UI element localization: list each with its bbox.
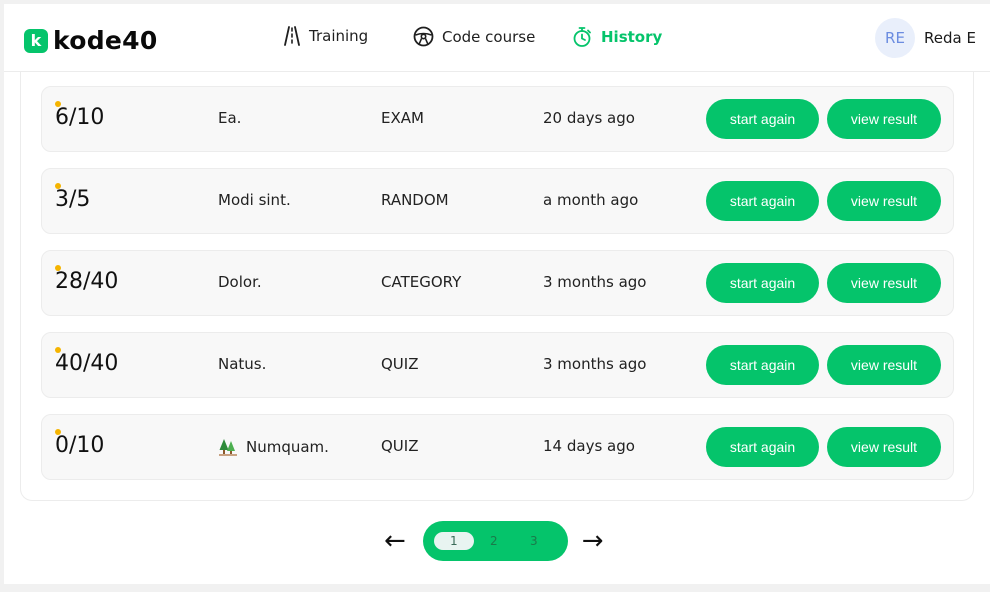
steering-wheel-icon bbox=[413, 26, 434, 47]
nav-training-label: Training bbox=[309, 27, 369, 45]
page-list: 1 2 3 bbox=[422, 521, 568, 561]
row-time: 20 days ago bbox=[543, 109, 635, 127]
user-menu[interactable]: RE Reda E bbox=[875, 18, 976, 58]
row-title: Natus. bbox=[218, 355, 266, 373]
row-title: Ea. bbox=[218, 109, 241, 127]
pagination: ← 1 2 3 → bbox=[384, 521, 604, 561]
nav-history[interactable]: History bbox=[572, 26, 662, 48]
row-time: 3 months ago bbox=[543, 273, 647, 291]
history-row: 28/40 Dolor. CATEGORY 3 months ago start… bbox=[41, 250, 954, 316]
start-again-button[interactable]: start again bbox=[706, 427, 819, 467]
row-time: a month ago bbox=[543, 191, 639, 209]
page-3-button[interactable]: 3 bbox=[514, 532, 554, 550]
page: k kode40 Training Code course History RE… bbox=[4, 4, 990, 584]
logo[interactable]: k kode40 bbox=[24, 26, 158, 55]
start-again-button[interactable]: start again bbox=[706, 181, 819, 221]
avatar: RE bbox=[875, 18, 915, 58]
row-type: EXAM bbox=[381, 109, 424, 127]
row-title-text: Numquam. bbox=[246, 438, 329, 456]
next-page-arrow[interactable]: → bbox=[582, 528, 604, 554]
view-result-button[interactable]: view result bbox=[827, 345, 941, 385]
tree-icon bbox=[218, 437, 238, 457]
nav-code-course[interactable]: Code course bbox=[413, 26, 535, 47]
nav-training[interactable]: Training bbox=[283, 26, 368, 46]
logo-text: kode40 bbox=[53, 26, 158, 55]
view-result-button[interactable]: view result bbox=[827, 263, 941, 303]
history-row: 6/10 Ea. EXAM 20 days ago start again vi… bbox=[41, 86, 954, 152]
row-score: 0/10 bbox=[55, 433, 105, 458]
row-title: Dolor. bbox=[218, 273, 262, 291]
start-again-button[interactable]: start again bbox=[706, 99, 819, 139]
nav-history-label: History bbox=[601, 28, 663, 46]
row-score: 40/40 bbox=[55, 351, 119, 376]
row-score: 6/10 bbox=[55, 105, 105, 130]
history-row: 0/10 Numquam. QUIZ 14 days ago start aga… bbox=[41, 414, 954, 480]
stopwatch-icon bbox=[573, 27, 591, 47]
start-again-button[interactable]: start again bbox=[706, 345, 819, 385]
history-row: 3/5 Modi sint. RANDOM a month ago start … bbox=[41, 168, 954, 234]
view-result-button[interactable]: view result bbox=[827, 99, 941, 139]
row-type: QUIZ bbox=[381, 355, 419, 373]
start-again-button[interactable]: start again bbox=[706, 263, 819, 303]
row-title: Numquam. bbox=[218, 437, 329, 457]
top-header: k kode40 Training Code course History RE… bbox=[4, 4, 990, 72]
row-score: 28/40 bbox=[55, 269, 119, 294]
row-time: 14 days ago bbox=[543, 437, 635, 455]
page-1-button[interactable]: 1 bbox=[433, 532, 474, 550]
history-card: 6/10 Ea. EXAM 20 days ago start again vi… bbox=[20, 72, 974, 501]
nav-code-course-label: Code course bbox=[442, 27, 536, 46]
row-score: 3/5 bbox=[55, 187, 91, 212]
row-title: Modi sint. bbox=[218, 191, 291, 209]
row-title-text: Dolor. bbox=[218, 273, 262, 291]
row-title-text: Modi sint. bbox=[218, 191, 291, 209]
view-result-button[interactable]: view result bbox=[827, 181, 941, 221]
row-type: QUIZ bbox=[381, 437, 419, 455]
road-icon bbox=[284, 26, 300, 46]
row-type: CATEGORY bbox=[381, 273, 462, 291]
page-2-button[interactable]: 2 bbox=[474, 532, 514, 550]
logo-badge: k bbox=[24, 28, 48, 53]
row-title-text: Ea. bbox=[218, 109, 242, 127]
row-time: 3 months ago bbox=[543, 355, 647, 373]
view-result-button[interactable]: view result bbox=[827, 427, 941, 467]
prev-page-arrow[interactable]: ← bbox=[384, 528, 406, 554]
user-name: Reda E bbox=[924, 29, 976, 47]
history-row: 40/40 Natus. QUIZ 3 months ago start aga… bbox=[41, 332, 954, 398]
row-title-text: Natus. bbox=[218, 355, 267, 373]
row-type: RANDOM bbox=[381, 191, 449, 209]
